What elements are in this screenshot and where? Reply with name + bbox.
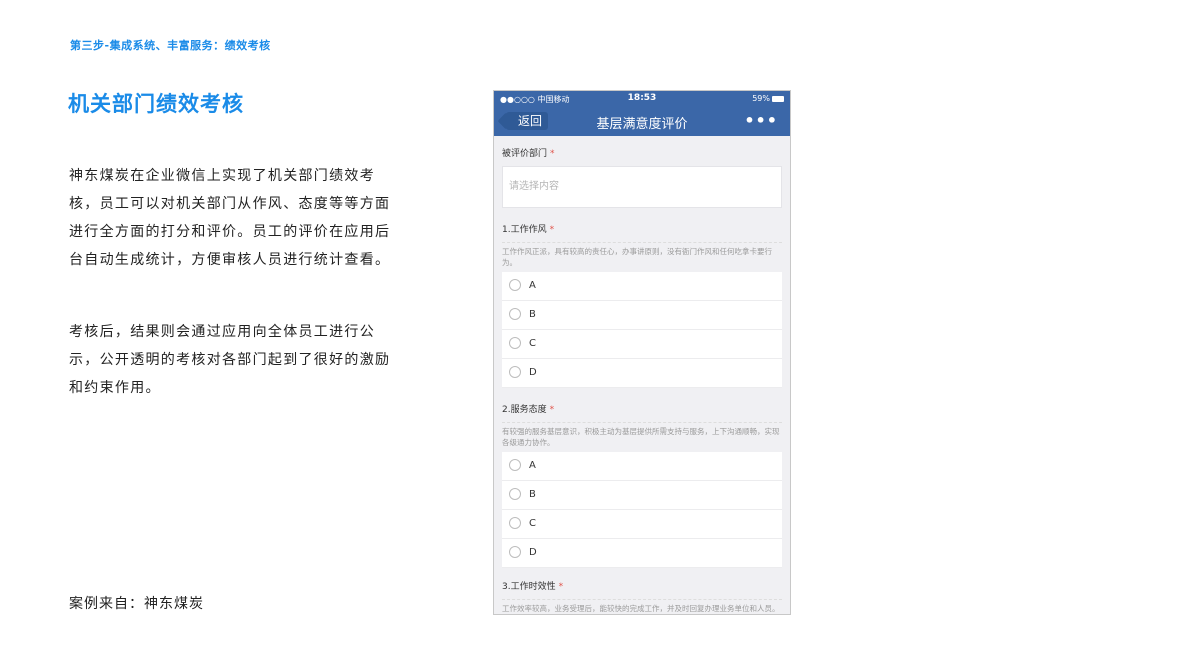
- nav-bar: 返回 基层满意度评价 •••: [494, 107, 790, 136]
- radio-circle-icon[interactable]: [509, 517, 521, 529]
- status-bar: ●●○○○ 中国移动 18:53 59%: [494, 91, 790, 107]
- radio-option[interactable]: A: [502, 452, 782, 481]
- radio-option[interactable]: B: [502, 301, 782, 330]
- radio-option[interactable]: C: [502, 510, 782, 539]
- question-description: 工作作风正派，具有较高的责任心，办事讲原则，没有衙门作风和任何吃拿卡要行为。: [502, 242, 782, 268]
- required-mark: *: [549, 405, 555, 415]
- radio-option[interactable]: C: [502, 330, 782, 359]
- question-label-text: 2.服务态度: [502, 405, 547, 415]
- more-icon[interactable]: •••: [744, 111, 778, 130]
- radio-circle-icon[interactable]: [509, 308, 521, 320]
- radio-circle-icon[interactable]: [509, 546, 521, 558]
- radio-circle-icon[interactable]: [509, 366, 521, 378]
- radio-circle-icon[interactable]: [509, 279, 521, 291]
- radio-option[interactable]: A: [502, 272, 782, 301]
- option-label: C: [529, 518, 536, 529]
- radio-circle-icon[interactable]: [509, 459, 521, 471]
- question-label: 3.工作时效性 *: [502, 579, 782, 592]
- option-label: A: [529, 280, 536, 291]
- battery-indicator: 59%: [752, 94, 784, 103]
- required-mark: *: [549, 225, 555, 235]
- option-label: C: [529, 338, 536, 349]
- phone-screenshot: ●●○○○ 中国移动 18:53 59% 返回 基层满意度评价 ••• 被评价部…: [493, 90, 791, 615]
- dept-field-label: 被评价部门 *: [502, 136, 782, 160]
- option-label: B: [529, 489, 536, 500]
- option-label: B: [529, 309, 536, 320]
- option-label: D: [529, 547, 537, 558]
- status-time: 18:53: [627, 93, 657, 103]
- option-group: A B C D: [502, 452, 782, 568]
- radio-circle-icon[interactable]: [509, 337, 521, 349]
- description-paragraph-2: 考核后，结果则会通过应用向全体员工进行公示，公开透明的考核对各部门起到了很好的激…: [69, 324, 391, 396]
- radio-option[interactable]: D: [502, 539, 782, 568]
- question-description: 有较强的服务基层意识，积极主动为基层提供所需支持与服务，上下沟通顺畅，实现各级通…: [502, 422, 782, 448]
- battery-percent: 59%: [752, 94, 770, 103]
- option-label: D: [529, 367, 537, 378]
- question-description: 工作效率较高，业务受理后，能较快的完成工作，并及时回复办理业务单位和人员。: [502, 599, 782, 614]
- option-group: A B C D: [502, 272, 782, 388]
- dept-select-input[interactable]: 请选择内容: [502, 166, 782, 208]
- required-mark: *: [550, 149, 555, 159]
- required-mark: *: [558, 582, 564, 592]
- question-label-text: 3.工作时效性: [502, 582, 556, 592]
- dept-label-text: 被评价部门: [502, 149, 548, 159]
- question-label: 1.工作作风 *: [502, 222, 782, 235]
- option-label: A: [529, 460, 536, 471]
- page-title: 机关部门绩效考核: [68, 92, 244, 116]
- radio-circle-icon[interactable]: [509, 488, 521, 500]
- question-label: 2.服务态度 *: [502, 402, 782, 415]
- radio-option[interactable]: D: [502, 359, 782, 388]
- radio-option[interactable]: B: [502, 481, 782, 510]
- question-label-text: 1.工作作风: [502, 225, 547, 235]
- case-source: 案例来自：神东煤炭: [69, 596, 204, 612]
- step-label: 第三步-集成系统、丰富服务：绩效考核: [70, 39, 271, 52]
- battery-icon: [772, 95, 784, 102]
- description-paragraph-1: 神东煤炭在企业微信上实现了机关部门绩效考核，员工可以对机关部门从作风、态度等等方…: [69, 168, 391, 268]
- evaluation-form: 被评价部门 * 请选择内容 1.工作作风 * 工作作风正派，具有较高的责任心，办事讲…: [494, 136, 790, 614]
